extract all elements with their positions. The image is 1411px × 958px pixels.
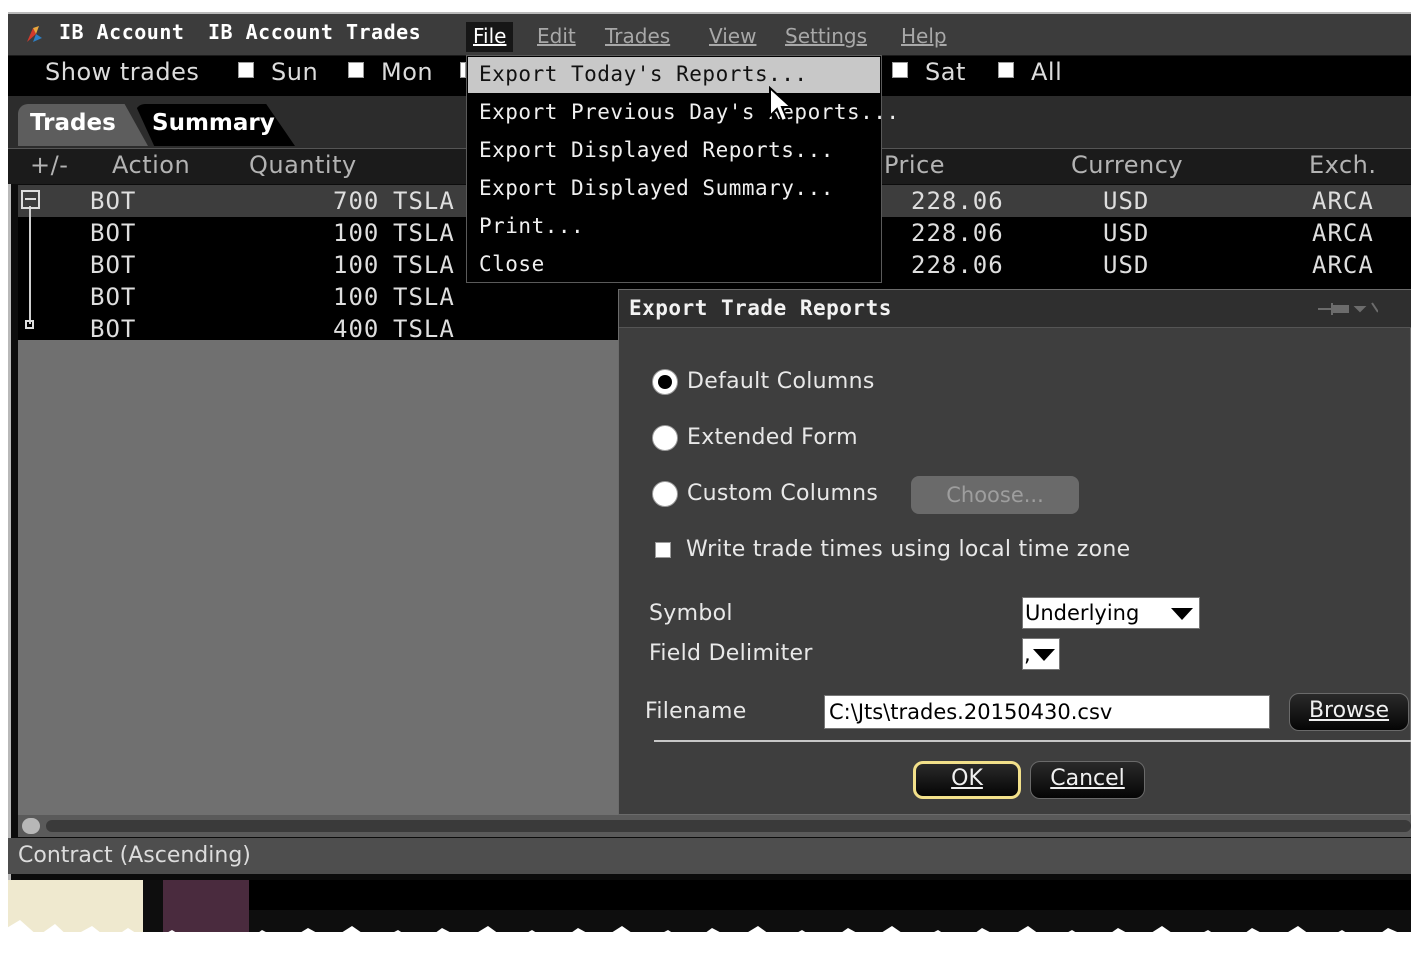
day-mon-label: Mon bbox=[381, 58, 434, 86]
app-logo-icon bbox=[27, 26, 42, 42]
delimiter-select[interactable]: , bbox=[1022, 638, 1060, 670]
cell-action: BOT bbox=[90, 187, 137, 215]
tree-connector bbox=[29, 206, 31, 324]
sort-status-text: Contract (Ascending) bbox=[18, 843, 251, 868]
menu-help[interactable]: Help bbox=[894, 22, 954, 52]
cell-exchange: ARCA bbox=[1312, 219, 1374, 247]
cell-symbol: TSLA bbox=[393, 315, 455, 343]
menu-trades[interactable]: Trades bbox=[598, 22, 677, 52]
cell-action: BOT bbox=[90, 251, 137, 279]
dialog-title: Export Trade Reports bbox=[629, 296, 892, 320]
tab-summary-label: Summary bbox=[152, 110, 275, 136]
day-sat-label: Sat bbox=[925, 58, 966, 86]
checkbox-mon[interactable] bbox=[348, 62, 364, 78]
local-time-label: Write trade times using local time zone bbox=[686, 537, 1131, 562]
cell-symbol: TSLA bbox=[393, 251, 455, 279]
cell-action: BOT bbox=[90, 219, 137, 247]
tab-trades-label: Trades bbox=[30, 110, 116, 136]
cell-price: 228.06 bbox=[911, 251, 1004, 279]
checkbox-all[interactable] bbox=[998, 62, 1014, 78]
header-toggle[interactable]: +/- bbox=[30, 151, 68, 179]
cell-quantity: 700 bbox=[333, 187, 380, 215]
menu-edit[interactable]: Edit bbox=[530, 22, 583, 52]
day-sun-label: Sun bbox=[271, 58, 319, 86]
field-delimiter-label: Field Delimiter bbox=[649, 641, 813, 666]
account-title: IB Account bbox=[59, 20, 185, 44]
ok-button-label: OK bbox=[951, 766, 983, 791]
delimiter-select-value: , bbox=[1024, 642, 1031, 666]
header-currency[interactable]: Currency bbox=[1071, 151, 1183, 179]
radio-custom-columns-label: Custom Columns bbox=[687, 481, 879, 506]
radio-default-columns-label: Default Columns bbox=[687, 369, 875, 394]
menu-settings[interactable]: Settings bbox=[778, 22, 874, 52]
cell-currency: USD bbox=[1103, 219, 1150, 247]
minus-icon bbox=[25, 198, 36, 200]
cell-quantity: 100 bbox=[333, 251, 380, 279]
ok-button[interactable]: OK bbox=[913, 761, 1021, 799]
cell-symbol: TSLA bbox=[393, 283, 455, 311]
tree-end-node-icon bbox=[25, 320, 34, 329]
browse-button-label: Browse bbox=[1308, 698, 1390, 723]
torn-edge-decoration bbox=[0, 880, 1411, 958]
scroll-left-arrow-icon[interactable] bbox=[22, 818, 40, 834]
radio-extended-form-label: Extended Form bbox=[687, 425, 858, 450]
cancel-button-label: Cancel bbox=[1050, 766, 1125, 791]
cell-exchange: ARCA bbox=[1312, 251, 1374, 279]
browse-button[interactable]: Browse bbox=[1289, 693, 1409, 731]
cell-currency: USD bbox=[1103, 187, 1150, 215]
symbol-select-value: Underlying bbox=[1025, 601, 1140, 625]
menu-file[interactable]: File bbox=[466, 22, 514, 52]
cell-price: 228.06 bbox=[911, 219, 1004, 247]
menu-item-export-displayed-reports[interactable]: Export Displayed Reports... bbox=[479, 138, 834, 162]
cell-quantity: 400 bbox=[333, 315, 380, 343]
cancel-button[interactable]: Cancel bbox=[1030, 761, 1145, 799]
checkbox-sun[interactable] bbox=[238, 62, 254, 78]
menu-item-print[interactable]: Print... bbox=[479, 214, 584, 238]
radio-extended-form[interactable] bbox=[652, 425, 678, 451]
cell-symbol: TSLA bbox=[393, 219, 455, 247]
cell-symbol: TSLA bbox=[393, 187, 455, 215]
chevron-down-icon bbox=[1033, 649, 1055, 661]
symbol-select[interactable]: Underlying bbox=[1022, 597, 1200, 629]
menu-item-export-displayed-summary[interactable]: Export Displayed Summary... bbox=[479, 176, 834, 200]
header-exchange[interactable]: Exch. bbox=[1309, 151, 1376, 179]
cell-currency: USD bbox=[1103, 251, 1150, 279]
local-time-checkbox[interactable] bbox=[655, 542, 671, 558]
cell-quantity: 100 bbox=[333, 283, 380, 311]
cell-price: 228.06 bbox=[911, 187, 1004, 215]
cell-quantity: 100 bbox=[333, 219, 380, 247]
menu-item-export-previous[interactable]: Export Previous Day's Reports... bbox=[479, 100, 900, 124]
menu-view[interactable]: View bbox=[702, 22, 763, 52]
filename-label: Filename bbox=[645, 699, 747, 724]
window-title: IB Account Trades bbox=[208, 20, 422, 44]
menu-item-close[interactable]: Close bbox=[479, 252, 545, 276]
show-trades-label: Show trades bbox=[45, 58, 200, 86]
pin-icon[interactable] bbox=[1318, 300, 1378, 318]
cell-action: BOT bbox=[90, 315, 137, 343]
choose-button[interactable]: Choose... bbox=[911, 476, 1079, 514]
symbol-label: Symbol bbox=[649, 601, 733, 626]
header-price[interactable]: Price bbox=[884, 151, 945, 179]
mouse-pointer-icon bbox=[769, 86, 794, 123]
filename-input[interactable] bbox=[824, 695, 1270, 729]
menu-item-export-today[interactable]: Export Today's Reports... bbox=[479, 62, 808, 86]
scrollbar-thumb[interactable] bbox=[46, 820, 1411, 832]
cell-action: BOT bbox=[90, 283, 137, 311]
day-all-label: All bbox=[1031, 58, 1063, 86]
cell-exchange: ARCA bbox=[1312, 187, 1374, 215]
radio-custom-columns[interactable] bbox=[652, 481, 678, 507]
checkbox-sat[interactable] bbox=[892, 62, 908, 78]
header-quantity[interactable]: Quantity bbox=[249, 151, 357, 179]
chevron-down-icon bbox=[1171, 608, 1193, 620]
dialog-separator bbox=[654, 740, 1411, 742]
header-action[interactable]: Action bbox=[112, 151, 190, 179]
radio-selected-dot-icon bbox=[658, 375, 672, 389]
